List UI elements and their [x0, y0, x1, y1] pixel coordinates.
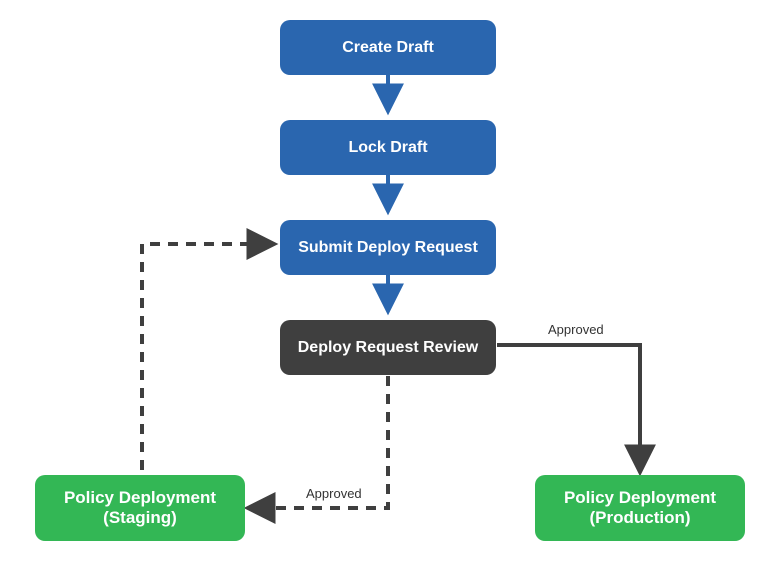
- node-submit-deploy: Submit Deploy Request: [280, 220, 496, 275]
- node-staging: Policy Deployment (Staging): [35, 475, 245, 541]
- edge-review-to-production: [497, 345, 640, 470]
- node-production-label-2: (Production): [564, 508, 716, 528]
- node-lock-draft: Lock Draft: [280, 120, 496, 175]
- node-create-draft-label: Create Draft: [342, 38, 434, 57]
- node-production: Policy Deployment (Production): [535, 475, 745, 541]
- node-staging-label-2: (Staging): [64, 508, 216, 528]
- node-staging-label-1: Policy Deployment: [64, 488, 216, 508]
- edge-label-approved-left: Approved: [306, 486, 362, 501]
- edge-staging-to-submit: [142, 244, 272, 470]
- node-create-draft: Create Draft: [280, 20, 496, 75]
- node-lock-draft-label: Lock Draft: [348, 138, 427, 157]
- node-production-label-1: Policy Deployment: [564, 488, 716, 508]
- node-review-label: Deploy Request Review: [298, 338, 479, 357]
- node-submit-deploy-label: Submit Deploy Request: [298, 238, 478, 257]
- edge-label-approved-right: Approved: [548, 322, 604, 337]
- node-review: Deploy Request Review: [280, 320, 496, 375]
